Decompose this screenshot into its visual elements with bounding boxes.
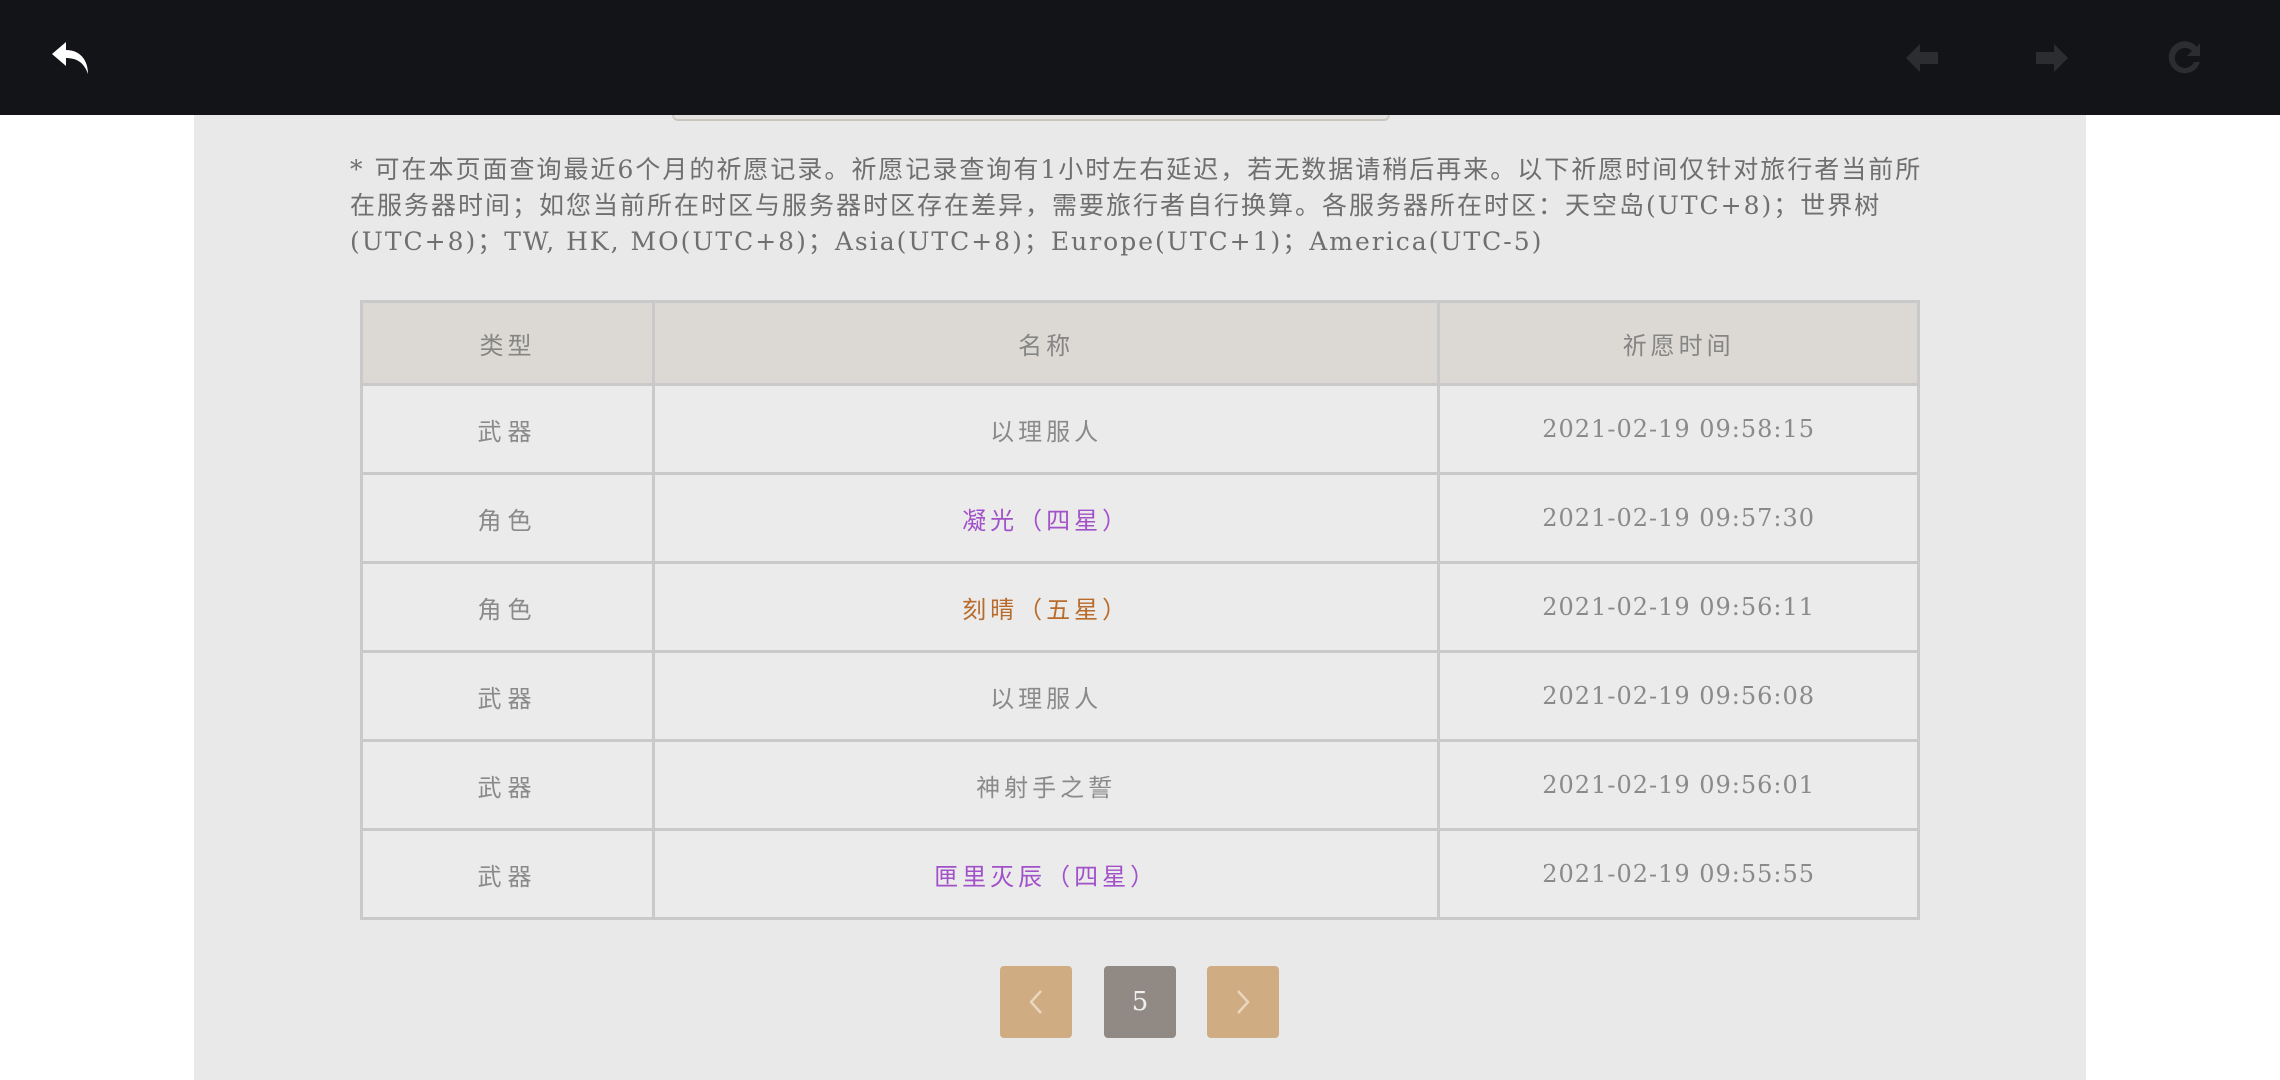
panel-top-edge — [672, 115, 1390, 121]
current-page-indicator[interactable]: 5 — [1104, 966, 1176, 1038]
cell-name: 神射手之誓 — [652, 739, 1441, 831]
chevron-right-icon — [1237, 990, 1250, 1014]
previous-page-button[interactable] — [1000, 966, 1072, 1038]
cell-type: 角色 — [359, 472, 656, 564]
cell-time: 2021-02-19 09:56:08 — [1437, 650, 1920, 742]
cell-type: 武器 — [359, 739, 656, 831]
cell-type: 武器 — [359, 383, 656, 475]
reload-icon — [2168, 41, 2200, 74]
cell-time: 2021-02-19 09:55:55 — [1437, 828, 1920, 920]
header-name: 名称 — [652, 300, 1441, 386]
table-row: 角色 凝光（四星） 2021-02-19 09:57:30 — [359, 472, 1920, 564]
next-page-button[interactable] — [1207, 966, 1279, 1038]
back-arrow-icon — [52, 42, 88, 74]
browser-forward-button[interactable] — [2024, 30, 2080, 86]
cell-name: 凝光（四星） — [652, 472, 1441, 564]
chevron-right-icon — [2036, 44, 2068, 72]
header-type: 类型 — [359, 300, 656, 386]
table-row: 武器 以理服人 2021-02-19 09:56:08 — [359, 650, 1920, 742]
cell-time: 2021-02-19 09:58:15 — [1437, 383, 1920, 475]
table-row: 角色 刻晴（五星） 2021-02-19 09:56:11 — [359, 561, 1920, 653]
wish-history-table: 类型 名称 祈愿时间 武器 以理服人 2021-02-19 09:58:15 角… — [359, 300, 1920, 920]
header-time: 祈愿时间 — [1437, 300, 1920, 386]
cell-type: 武器 — [359, 828, 656, 920]
table-header-row: 类型 名称 祈愿时间 — [359, 300, 1920, 386]
cell-time: 2021-02-19 09:56:01 — [1437, 739, 1920, 831]
cell-name: 刻晴（五星） — [652, 561, 1441, 653]
table-row: 武器 神射手之誓 2021-02-19 09:56:01 — [359, 739, 1920, 831]
chevron-left-icon — [1906, 44, 1938, 72]
table-row: 武器 以理服人 2021-02-19 09:58:15 — [359, 383, 1920, 475]
cell-time: 2021-02-19 09:56:11 — [1437, 561, 1920, 653]
wish-history-notice: * 可在本页面查询最近6个月的祈愿记录。祈愿记录查询有1小时左右延迟，若无数据请… — [350, 155, 1923, 256]
cell-type: 武器 — [359, 650, 656, 742]
cell-name: 以理服人 — [652, 650, 1441, 742]
table-row: 武器 匣里灭辰（四星） 2021-02-19 09:55:55 — [359, 828, 1920, 920]
back-button[interactable] — [44, 30, 100, 86]
cell-type: 角色 — [359, 561, 656, 653]
cell-name: 以理服人 — [652, 383, 1441, 475]
top-toolbar — [0, 0, 2280, 115]
reload-button[interactable] — [2156, 30, 2212, 86]
cell-name: 匣里灭辰（四星） — [652, 828, 1441, 920]
browser-back-button[interactable] — [1894, 30, 1950, 86]
chevron-left-icon — [1029, 990, 1042, 1014]
cell-time: 2021-02-19 09:57:30 — [1437, 472, 1920, 564]
